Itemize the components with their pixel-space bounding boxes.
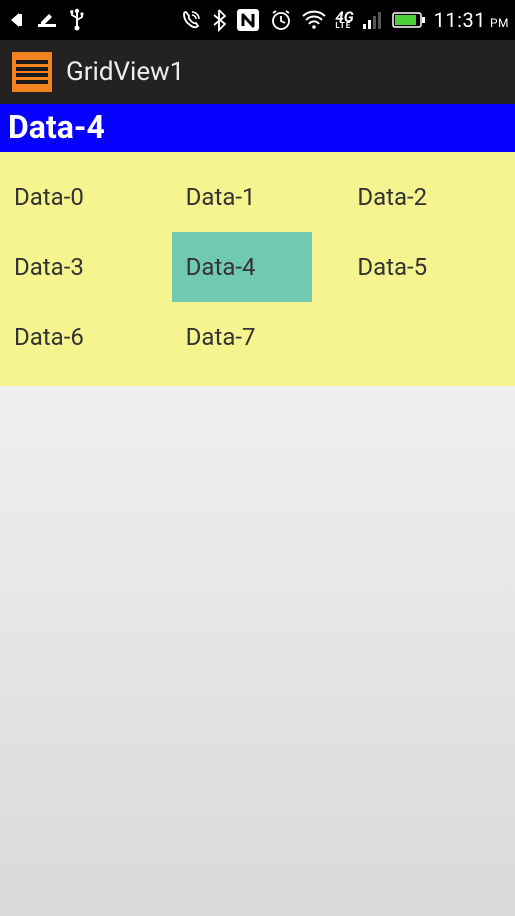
grid-cell-1[interactable]: Data-1 (172, 162, 344, 232)
bluetooth-icon (211, 8, 227, 32)
grid-cell-4[interactable]: Data-4 (172, 232, 344, 302)
action-bar: GridView1 (0, 40, 515, 104)
grid-container: Data-0 Data-1 Data-2 Data-3 Data-4 Data-… (0, 152, 515, 386)
edit-icon (36, 9, 58, 31)
back-icon (6, 10, 26, 30)
app-title: GridView1 (66, 57, 184, 87)
status-right: 4GLTE 11:31 PM (179, 7, 509, 33)
battery-icon (392, 11, 426, 29)
app-icon[interactable] (12, 52, 52, 92)
grid-cell-6[interactable]: Data-6 (0, 302, 172, 372)
grid-cell-0[interactable]: Data-0 (0, 162, 172, 232)
status-time: 11:31 PM (434, 8, 509, 32)
network-4g-icon: 4GLTE (335, 11, 353, 29)
status-left (6, 8, 86, 32)
status-time-ampm: PM (490, 16, 509, 30)
call-icon (179, 8, 203, 32)
nfc-icon (235, 7, 261, 33)
usb-icon (68, 8, 86, 32)
grid: Data-0 Data-1 Data-2 Data-3 Data-4 Data-… (0, 162, 515, 372)
status-bar: 4GLTE 11:31 PM (0, 0, 515, 40)
grid-cell-2[interactable]: Data-2 (343, 162, 515, 232)
signal-icon (362, 10, 384, 30)
selected-header: Data-4 (0, 104, 515, 152)
grid-cell-5[interactable]: Data-5 (343, 232, 515, 302)
alarm-icon (269, 8, 293, 32)
wifi-icon (301, 10, 327, 30)
status-time-value: 11:31 (434, 8, 486, 32)
grid-cell-7[interactable]: Data-7 (172, 302, 344, 372)
grid-cell-3[interactable]: Data-3 (0, 232, 172, 302)
